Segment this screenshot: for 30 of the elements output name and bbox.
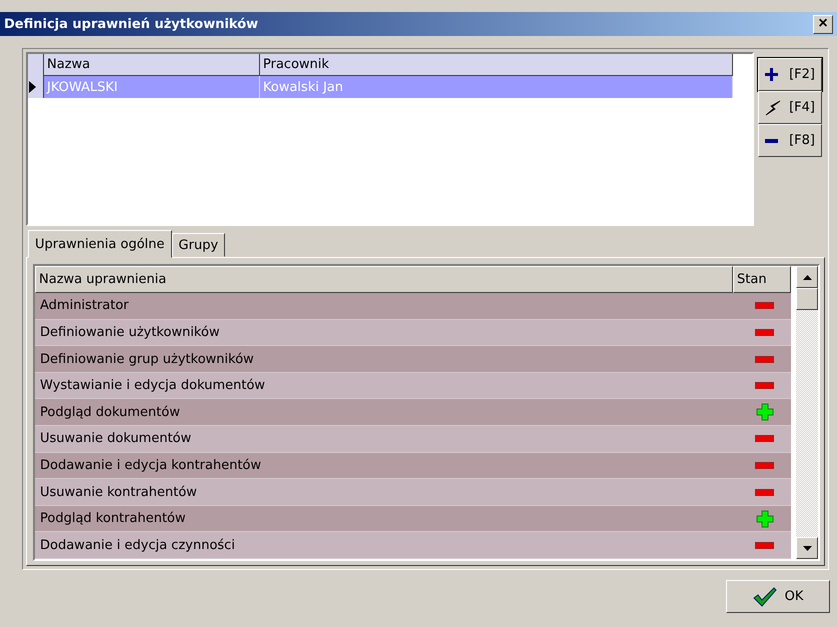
table-cell: Dodawanie i edycja czynności [35, 532, 733, 559]
minus-icon [765, 138, 778, 142]
add-button[interactable]: [F2] [758, 58, 822, 91]
plus-icon [765, 68, 778, 81]
table-cell: Administrator [35, 293, 733, 320]
column-header[interactable]: Pracownik [260, 54, 733, 76]
table-cell: Dodawanie i edycja kontrahentów [35, 452, 733, 480]
down-arrow-icon [802, 546, 812, 550]
remove-button[interactable]: [F8] [758, 124, 822, 157]
table-cell: Usuwanie dokumentów [35, 426, 733, 453]
tab[interactable]: Grupy [172, 233, 226, 258]
tab[interactable]: Uprawnienia ogólne [28, 230, 172, 258]
table-cell: Podgląd dokumentów [35, 399, 733, 426]
scrollbar[interactable] [796, 266, 818, 559]
table-cell: Usuwanie kontrahentów [35, 479, 733, 506]
edit-button[interactable]: [F4] [758, 91, 822, 124]
up-arrow-icon [802, 274, 812, 280]
window-title: Definicja uprawnień użytkowników [4, 16, 258, 32]
table-cell: Definiowanie grup użytkowników [35, 346, 733, 373]
table-cell: Wystawianie i edycja dokumentów [35, 372, 733, 400]
checkmark-icon [752, 586, 777, 606]
lightning-icon [765, 100, 781, 116]
close-button[interactable]: × [813, 14, 833, 34]
table-cell: Definiowanie użytkowników [35, 320, 733, 346]
ok-button[interactable]: OK [726, 580, 830, 613]
column-header[interactable]: Nazwa uprawnienia [35, 266, 733, 294]
column-header[interactable]: Nazwa [44, 54, 260, 76]
column-header[interactable]: Stan [733, 266, 791, 294]
table-cell: Podgląd kontrahentów [35, 506, 733, 532]
scroll-thumb[interactable] [796, 288, 818, 310]
